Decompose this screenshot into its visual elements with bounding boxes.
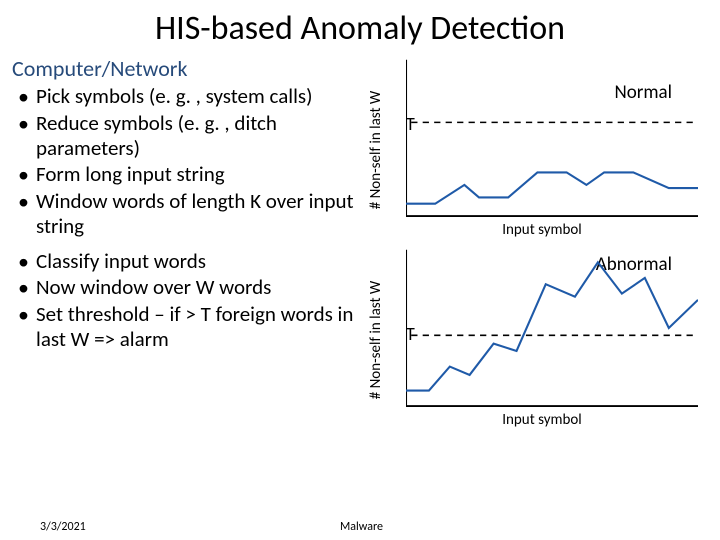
list-item: Pick symbols (e. g. , system calls): [12, 84, 376, 109]
subheading: Computer/Network: [12, 55, 376, 82]
list-item: Reduce symbols (e. g. , ditch parameters…: [12, 111, 376, 161]
bullet-list-a: Pick symbols (e. g. , system calls) Redu…: [12, 84, 376, 239]
chart-normal: # Non-self in last W Normal T Input symb…: [382, 55, 702, 245]
y-axis-label: # Non-self in last W: [367, 281, 385, 399]
list-item: Classify input words: [12, 249, 376, 274]
x-axis-label: Input symbol: [382, 411, 702, 429]
chart-abnormal: # Non-self in last W Abnormal T Input sy…: [382, 245, 702, 435]
footer: 3/3/2021 Malware: [40, 520, 720, 534]
plot-area: [406, 249, 698, 407]
list-item: Now window over W words: [12, 275, 376, 300]
right-column: # Non-self in last W Normal T Input symb…: [382, 55, 702, 435]
y-axis-label: # Non-self in last W: [367, 91, 385, 209]
slide: HIS-based Anomaly Detection Computer/Net…: [0, 0, 720, 540]
chart-svg: [406, 59, 698, 217]
footer-center: Malware: [340, 520, 440, 534]
chart-svg: [406, 249, 698, 407]
plot-area: [406, 59, 698, 217]
footer-date: 3/3/2021: [40, 520, 340, 534]
x-axis-label: Input symbol: [382, 221, 702, 239]
list-item: Set threshold – if > T foreign words in …: [12, 302, 376, 352]
bullet-list-b: Classify input words Now window over W w…: [12, 249, 376, 352]
content-row: Computer/Network Pick symbols (e. g. , s…: [0, 55, 720, 435]
list-item: Form long input string: [12, 162, 376, 187]
list-item: Window words of length K over input stri…: [12, 189, 376, 239]
left-column: Computer/Network Pick symbols (e. g. , s…: [12, 55, 382, 435]
page-title: HIS-based Anomaly Detection: [0, 0, 720, 55]
